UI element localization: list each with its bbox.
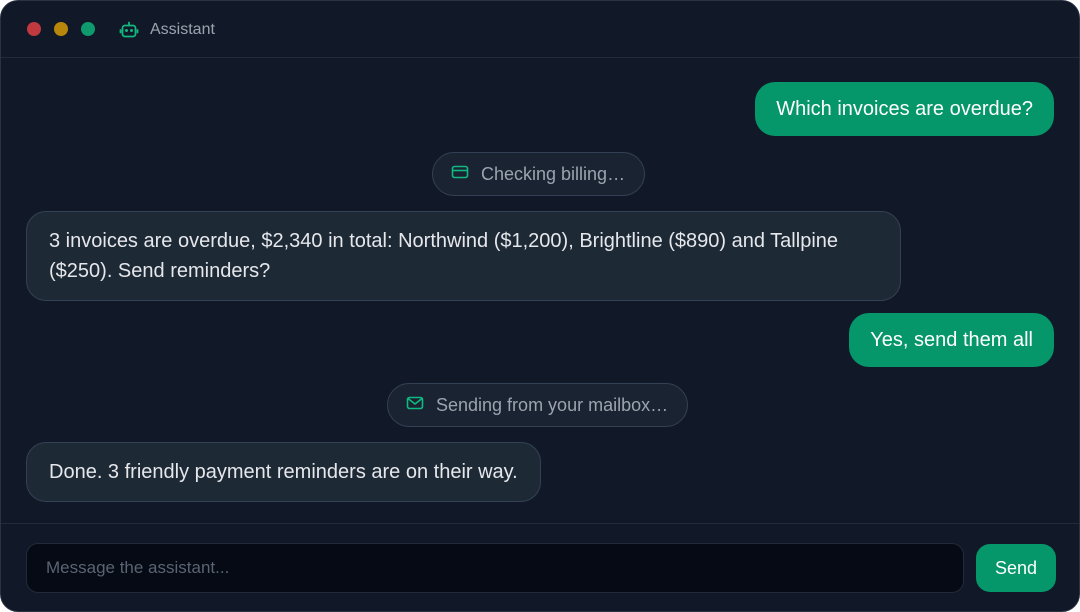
send-button[interactable]: Send (976, 544, 1056, 592)
message-input[interactable] (26, 543, 964, 593)
assistant-message: Done. 3 friendly payment reminders are o… (26, 442, 541, 502)
minimize-window-button[interactable] (54, 22, 68, 36)
close-window-button[interactable] (27, 22, 41, 36)
tool-status-text: Checking billing… (481, 163, 626, 184)
user-message: Yes, send them all (849, 313, 1054, 367)
tool-status-pill: Sending from your mailbox… (387, 383, 689, 427)
credit-card-icon (451, 163, 481, 186)
tool-status-pill: Checking billing… (432, 152, 646, 196)
user-message: Which invoices are overdue? (755, 82, 1054, 136)
chat-window: Assistant Which invoices are overdue? Ch… (0, 0, 1080, 612)
tool-status-text: Sending from your mailbox… (436, 394, 669, 415)
maximize-window-button[interactable] (81, 22, 95, 36)
message-list: Which invoices are overdue? Checking bil… (1, 58, 1079, 523)
robot-icon (119, 20, 139, 40)
title-bar: Assistant (1, 1, 1079, 58)
message-composer: Send (1, 523, 1079, 611)
mail-icon (406, 394, 436, 417)
assistant-message: 3 invoices are overdue, $2,340 in total:… (26, 211, 901, 301)
window-title: Assistant (150, 21, 215, 38)
